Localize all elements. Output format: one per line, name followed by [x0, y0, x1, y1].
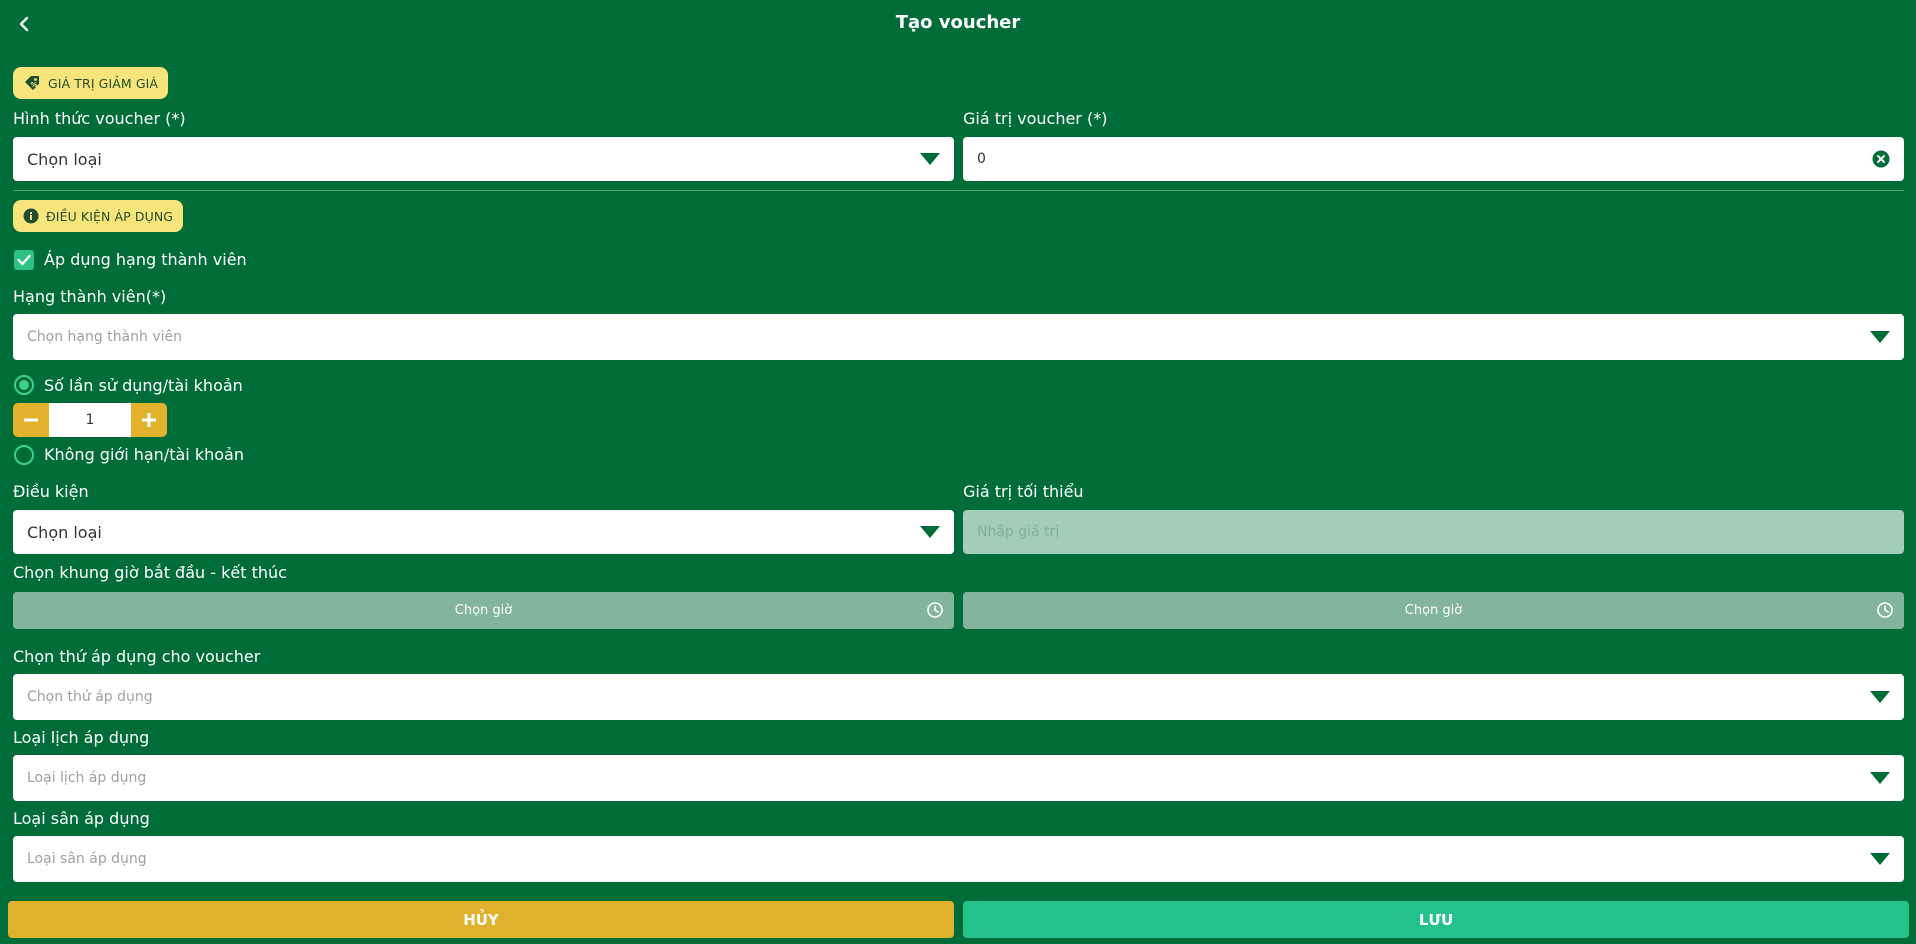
- voucher-type-label: Hình thức voucher (*): [13, 109, 186, 128]
- cancel-button[interactable]: HỦY: [8, 901, 954, 938]
- voucher-type-value: Chọn loại: [27, 149, 102, 169]
- plus-icon: [142, 413, 156, 427]
- voucher-value-input[interactable]: 0: [963, 137, 1904, 181]
- usage-per-account-radio[interactable]: [14, 375, 34, 395]
- price-tag-icon: %: [25, 76, 39, 90]
- svg-text:%: %: [31, 81, 38, 89]
- usage-count-stepper: 1: [13, 403, 167, 437]
- clock-icon: [1877, 602, 1893, 618]
- member-tier-label: Hạng thành viên(*): [13, 287, 167, 306]
- discount-section-title: GIÁ TRỊ GIẢM GIÁ: [48, 75, 159, 91]
- voucher-value-label: Giá trị voucher (*): [963, 109, 1108, 128]
- clock-icon: [927, 602, 943, 618]
- court-type-label: Loại sân áp dụng: [13, 809, 150, 828]
- decrement-button[interactable]: [13, 403, 49, 437]
- usage-per-account-label: Số lần sử dụng/tài khoản: [44, 376, 243, 395]
- section-divider: [13, 190, 1904, 191]
- chevron-down-icon: [920, 153, 940, 165]
- chevron-down-icon: [1870, 691, 1890, 703]
- usage-count-input[interactable]: 1: [49, 403, 131, 437]
- start-time-button[interactable]: Chọn giờ: [13, 592, 954, 629]
- increment-button[interactable]: [131, 403, 167, 437]
- condition-value: Chọn loại: [27, 522, 102, 542]
- condition-section-title: ĐIỀU KIỆN ÁP DỤNG: [46, 208, 174, 224]
- court-type-placeholder: Loại sân áp dụng: [27, 851, 147, 867]
- voucher-type-select[interactable]: Chọn loại: [13, 137, 954, 181]
- check-icon: [17, 254, 31, 266]
- end-time-text: Chọn giờ: [1404, 603, 1463, 618]
- apply-member-tier-label: Áp dụng hạng thành viên: [44, 250, 247, 269]
- page-title: Tạo voucher: [895, 12, 1021, 33]
- min-value-input: Nhập giá trị: [963, 510, 1904, 554]
- minus-icon: [24, 418, 38, 422]
- min-value-label: Giá trị tối thiểu: [963, 482, 1084, 501]
- unlimited-label: Không giới hạn/tài khoản: [44, 445, 244, 464]
- info-icon: [23, 208, 39, 224]
- chevron-down-icon: [920, 526, 940, 538]
- member-tier-placeholder: Chọn hạng thành viên: [27, 329, 182, 345]
- weekday-select[interactable]: Chọn thứ áp dụng: [13, 674, 1904, 720]
- save-button[interactable]: LƯU: [963, 901, 1909, 938]
- unlimited-radio[interactable]: [14, 445, 34, 465]
- chevron-down-icon: [1870, 853, 1890, 865]
- weekday-placeholder: Chọn thứ áp dụng: [27, 689, 153, 705]
- schedule-type-placeholder: Loại lịch áp dụng: [27, 770, 147, 786]
- weekday-label: Chọn thứ áp dụng cho voucher: [13, 647, 261, 666]
- time-range-label: Chọn khung giờ bắt đầu - kết thúc: [13, 563, 287, 582]
- discount-section-badge: % GIÁ TRỊ GIẢM GIÁ: [13, 67, 169, 99]
- end-time-button[interactable]: Chọn giờ: [963, 592, 1904, 629]
- start-time-text: Chọn giờ: [454, 603, 513, 618]
- apply-member-tier-checkbox[interactable]: [14, 250, 34, 270]
- court-type-select[interactable]: Loại sân áp dụng: [13, 836, 1904, 882]
- chevron-down-icon: [1870, 331, 1890, 343]
- min-value-placeholder: Nhập giá trị: [977, 524, 1060, 540]
- chevron-down-icon: [1870, 772, 1890, 784]
- schedule-type-select[interactable]: Loại lịch áp dụng: [13, 755, 1904, 801]
- voucher-value-text: 0: [977, 151, 986, 167]
- condition-select[interactable]: Chọn loại: [13, 510, 954, 554]
- condition-section-badge: ĐIỀU KIỆN ÁP DỤNG: [13, 200, 184, 232]
- condition-label: Điều kiện: [13, 482, 89, 501]
- schedule-type-label: Loại lịch áp dụng: [13, 728, 150, 747]
- clear-icon[interactable]: [1872, 150, 1890, 168]
- member-tier-select[interactable]: Chọn hạng thành viên: [13, 314, 1904, 360]
